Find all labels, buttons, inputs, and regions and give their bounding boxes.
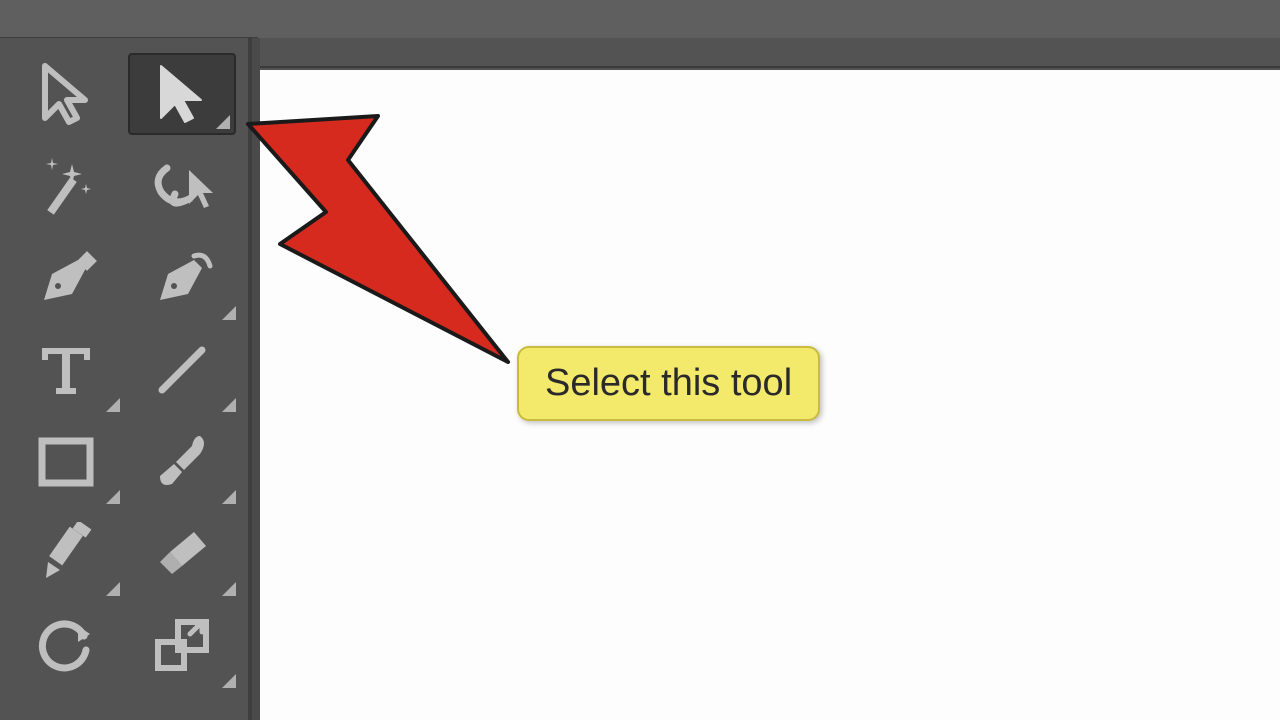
pencil-tool[interactable]	[8, 508, 124, 600]
flyout-indicator-icon	[222, 490, 236, 504]
scale-tool[interactable]	[124, 600, 240, 692]
annotation-label-text: Select this tool	[545, 362, 792, 404]
selection-tool[interactable]	[8, 48, 124, 140]
curvature-tool[interactable]	[124, 232, 240, 324]
flyout-indicator-icon	[106, 490, 120, 504]
flyout-indicator-icon	[216, 115, 230, 129]
tools-panel	[0, 38, 252, 720]
application-top-bar	[0, 0, 1280, 38]
direct-selection-tool[interactable]	[128, 53, 236, 135]
flyout-indicator-icon	[222, 306, 236, 320]
flyout-indicator-icon	[222, 582, 236, 596]
line-segment-tool[interactable]	[124, 324, 240, 416]
flyout-indicator-icon	[222, 674, 236, 688]
magic-wand-tool[interactable]	[8, 140, 124, 232]
lasso-tool[interactable]	[124, 140, 240, 232]
rotate-tool[interactable]	[8, 600, 124, 692]
flyout-indicator-icon	[106, 582, 120, 596]
tool-grid	[0, 38, 248, 692]
eraser-tool[interactable]	[124, 508, 240, 600]
type-tool[interactable]	[8, 324, 124, 416]
flyout-indicator-icon	[106, 398, 120, 412]
ruler-strip	[260, 38, 1280, 68]
rectangle-tool[interactable]	[8, 416, 124, 508]
annotation-label: Select this tool	[517, 346, 820, 421]
pen-tool[interactable]	[8, 232, 124, 324]
flyout-indicator-icon	[222, 398, 236, 412]
paintbrush-tool[interactable]	[124, 416, 240, 508]
